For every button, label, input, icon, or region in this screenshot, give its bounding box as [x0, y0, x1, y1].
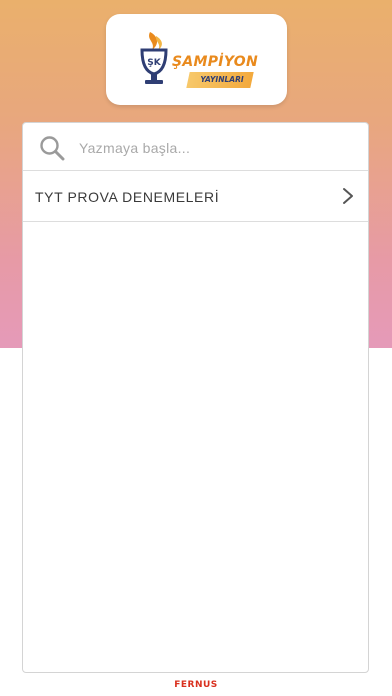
- chevron-right-icon: [343, 188, 353, 204]
- content-panel: TYT PROVA DENEMELERİ: [22, 122, 369, 673]
- brand-subtitle: YAYINLARI: [200, 75, 244, 84]
- footer-brand-text: FERNUS: [174, 680, 218, 690]
- trophy-torch-emblem-icon: ŞK: [140, 32, 168, 84]
- emblem-text: ŞK: [147, 58, 161, 68]
- brand-name: ŞAMPİYON: [172, 54, 258, 70]
- brand-logo-card: ŞK ŞAMPİYON YAYINLARI: [106, 14, 287, 105]
- search-icon[interactable]: [39, 135, 65, 161]
- search-bar: [23, 123, 368, 171]
- search-input[interactable]: [79, 137, 349, 159]
- list-item-tyt-prova-denemeleri[interactable]: TYT PROVA DENEMELERİ: [23, 171, 368, 222]
- list-item-label: TYT PROVA DENEMELERİ: [35, 189, 220, 205]
- app-screen: ŞK ŞAMPİYON YAYINLARI TYT PROVA DENEMELE…: [0, 0, 392, 696]
